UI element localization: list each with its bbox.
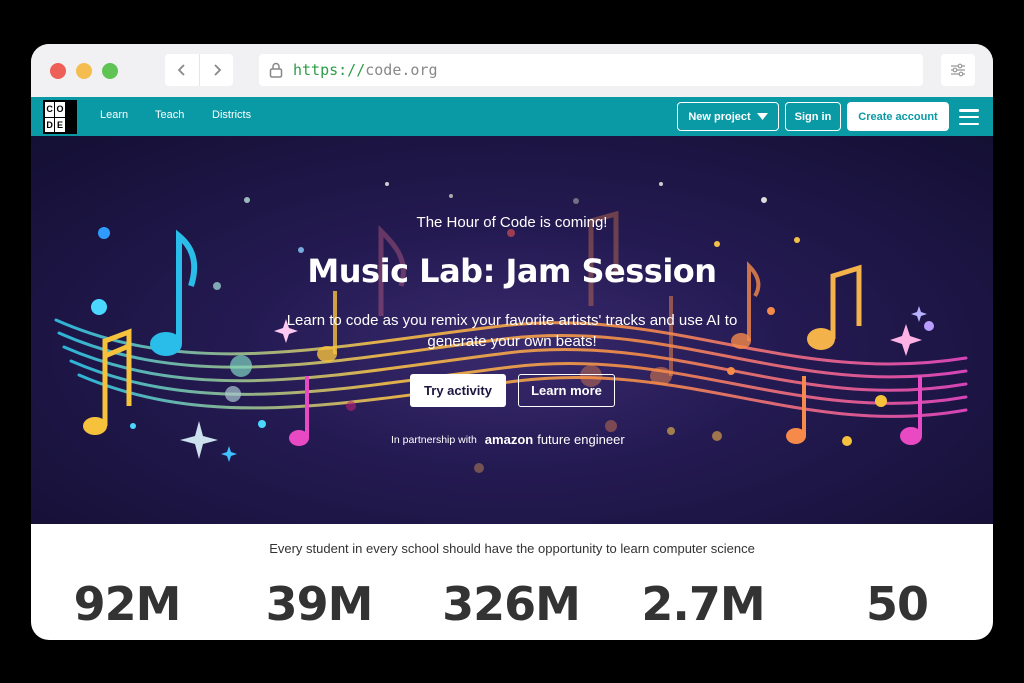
browser-toolbar: https://code.org (31, 44, 993, 97)
try-activity-button[interactable]: Try activity (410, 374, 506, 407)
stat-value: 50 (865, 577, 929, 631)
maximize-window-button[interactable] (102, 63, 118, 79)
nav-learn[interactable]: Learn (100, 109, 128, 121)
hero-kicker: The Hour of Code is coming! (416, 214, 608, 231)
code-org-logo[interactable]: C O D E (43, 100, 77, 134)
hero-title: Music Lab: Jam Session (307, 252, 717, 290)
logo-gap (65, 102, 75, 117)
logo-letter: C (45, 102, 55, 117)
logo-letter: E (55, 117, 65, 132)
stat-value: 39M (265, 577, 374, 631)
minimize-window-button[interactable] (76, 63, 92, 79)
caret-down-icon (756, 113, 768, 120)
partner-credit: In partnership with amazon future engine… (391, 432, 651, 447)
sliders-icon (951, 63, 965, 77)
hero-description: Learn to code as you remix your favorite… (286, 312, 738, 350)
nav-teach[interactable]: Teach (155, 109, 184, 121)
partner-program: future engineer (537, 432, 625, 447)
stat-value: 326M (442, 577, 581, 631)
back-button[interactable] (165, 54, 199, 86)
logo-letter: D (45, 117, 55, 132)
new-project-button[interactable]: New project (677, 102, 779, 131)
browser-window: https://code.org C O D E Learn Teach Dis… (31, 44, 993, 640)
stat-value: 92M (73, 577, 182, 631)
url-scheme: https:// (293, 61, 366, 79)
address-bar[interactable]: https://code.org (259, 54, 923, 86)
lock-icon (267, 60, 285, 80)
url-host: code.org (365, 61, 438, 79)
site-settings-button[interactable] (941, 54, 975, 86)
logo-letter: O (55, 102, 65, 117)
close-window-button[interactable] (50, 63, 66, 79)
learn-more-button[interactable]: Learn more (518, 374, 615, 407)
amazon-logo: amazon (484, 432, 534, 447)
new-project-label: New project (688, 110, 751, 123)
nav-districts[interactable]: Districts (212, 109, 251, 121)
mission-statement: Every student in every school should hav… (269, 541, 755, 556)
chevron-right-icon (213, 64, 221, 76)
hamburger-menu-icon[interactable] (959, 109, 979, 125)
site-header: C O D E Learn Teach Districts New projec… (31, 97, 993, 136)
url-text: https://code.org (293, 61, 438, 79)
forward-button[interactable] (199, 54, 233, 86)
chevron-left-icon (177, 64, 185, 76)
history-nav (165, 54, 233, 86)
create-account-button[interactable]: Create account (847, 102, 949, 131)
sign-in-button[interactable]: Sign in (785, 102, 841, 131)
hero-banner: The Hour of Code is coming! Music Lab: J… (31, 136, 993, 524)
stat-value: 2.7M (641, 577, 765, 631)
partner-prefix: In partnership with (391, 433, 477, 446)
logo-gap (65, 117, 75, 132)
